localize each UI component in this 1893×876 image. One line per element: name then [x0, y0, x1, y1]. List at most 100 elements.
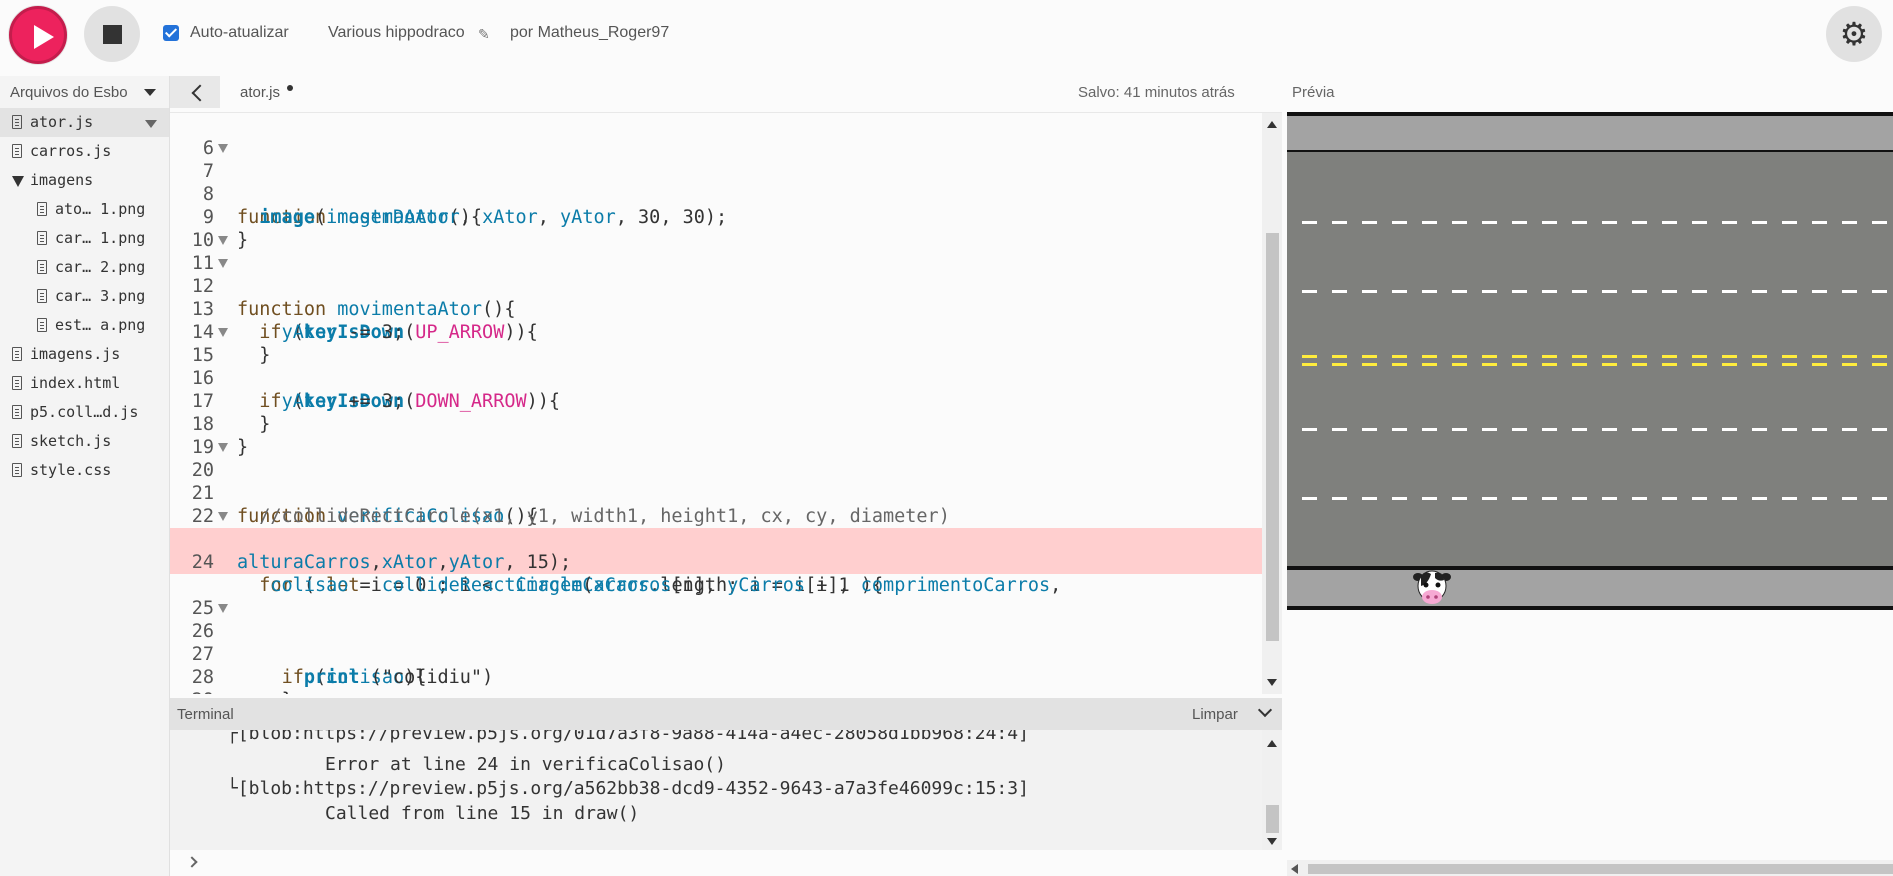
- fold-icon[interactable]: [218, 259, 228, 268]
- file-sidebar: Arquivos do Esbo ator.js carros.js image…: [0, 76, 170, 876]
- code-line[interactable]: 18 }: [170, 390, 1262, 458]
- scroll-down-icon[interactable]: [1267, 679, 1277, 686]
- file-item-p5-collide[interactable]: p5.coll…d.js: [0, 398, 169, 427]
- code-line[interactable]: 27 print ("colidiu"): [170, 620, 1262, 688]
- editor-scroll-thumb[interactable]: [1266, 233, 1279, 641]
- fold-icon[interactable]: [218, 328, 228, 337]
- scroll-down-icon[interactable]: [1267, 838, 1277, 845]
- fold-icon[interactable]: [218, 443, 228, 452]
- code-line[interactable]: 20 function verificaColisao(){: [170, 436, 1262, 527]
- file-icon: [12, 144, 22, 158]
- code-line[interactable]: 17 }: [170, 367, 1262, 435]
- code-line[interactable]: 19: [170, 413, 1262, 458]
- file-icon: [37, 289, 47, 303]
- code-line[interactable]: 28 }: [170, 643, 1262, 694]
- editor-scrollbar[interactable]: [1262, 113, 1282, 694]
- file-tab[interactable]: ator.js: [240, 84, 280, 101]
- fold-icon[interactable]: [218, 512, 228, 521]
- auto-refresh-checkbox[interactable]: [163, 25, 179, 41]
- code-line[interactable]: 11 function movimentaAtor(){: [170, 229, 1262, 320]
- editor-header: ator.js Salvo: 41 minutos atrás: [170, 76, 1282, 112]
- code-line[interactable]: 21 //collideRectCircle(x1, y1, width1, h…: [170, 459, 1262, 527]
- file-item-sketch-js[interactable]: sketch.js: [0, 427, 169, 456]
- settings-button[interactable]: ⚙: [1826, 6, 1882, 62]
- file-icon: [37, 202, 47, 216]
- console-input[interactable]: [170, 850, 1282, 876]
- code-line[interactable]: 15 if (keyIsDown(DOWN_ARROW)){: [170, 321, 1262, 412]
- chevron-down-icon[interactable]: [1257, 702, 1273, 718]
- file-label: car… 1.png: [55, 229, 146, 247]
- file-item-image-2[interactable]: car… 1.png: [0, 224, 169, 253]
- file-item-image-1[interactable]: ato… 1.png: [0, 195, 169, 224]
- code-line[interactable]: 25: [170, 574, 1262, 619]
- code-line[interactable]: 16 yAtor += 3;: [170, 344, 1262, 412]
- pencil-icon[interactable]: ✎: [478, 26, 490, 43]
- file-item-index-html[interactable]: index.html: [0, 369, 169, 398]
- code-line[interactable]: 9 }: [170, 183, 1262, 251]
- file-item-image-4[interactable]: car… 3.png: [0, 282, 169, 311]
- sketch-preview-canvas[interactable]: [1287, 112, 1893, 612]
- file-item-image-5[interactable]: est… a.png: [0, 311, 169, 340]
- terminal-scroll-thumb[interactable]: [1266, 805, 1279, 833]
- terminal-header: Terminal Limpar: [170, 698, 1282, 730]
- cow-actor-icon: [1413, 570, 1451, 604]
- center-line: [1302, 355, 1893, 358]
- file-item-image-3[interactable]: car… 2.png: [0, 253, 169, 282]
- code-line[interactable]: 6: [170, 114, 1262, 159]
- code-line[interactable]: 26 if (colisao){: [170, 597, 1262, 688]
- code-line[interactable]: 22: [170, 482, 1262, 527]
- preview-scrollbar[interactable]: [1287, 860, 1893, 876]
- code-line[interactable]: 8 image(imagemDoAtor, xAtor, yAtor, 30, …: [170, 160, 1262, 228]
- code-line[interactable]: 10: [170, 206, 1262, 251]
- code-line[interactable]: 29: [170, 666, 1262, 694]
- folder-open-icon[interactable]: [12, 176, 24, 187]
- scroll-left-icon[interactable]: [1291, 864, 1298, 874]
- sidebar-header[interactable]: Arquivos do Esbo: [0, 76, 169, 108]
- code-line[interactable]: 12 if (keyIsDown(UP_ARROW)){: [170, 252, 1262, 343]
- file-label: imagens.js: [30, 345, 121, 363]
- file-item-imagens-js[interactable]: imagens.js: [0, 340, 169, 369]
- stop-button[interactable]: [84, 6, 140, 62]
- lane-marking: [1302, 497, 1893, 500]
- code-line[interactable]: 7 function mostraAtor(){: [170, 137, 1262, 228]
- sketch-name[interactable]: Various hippodraco: [328, 24, 465, 42]
- clear-console-button[interactable]: Limpar: [1192, 706, 1238, 723]
- scroll-up-icon[interactable]: [1267, 121, 1277, 128]
- file-label: style.css: [30, 461, 112, 479]
- terminal-scrollbar[interactable]: [1262, 730, 1282, 850]
- code-line[interactable]: 23 for ( let i = 0 ; i < imagemCarros.le…: [170, 505, 1262, 596]
- error-highlighted-line[interactable]: 24 colisao = collideReactCircle(xCarros[…: [170, 528, 1262, 596]
- play-button[interactable]: [9, 6, 67, 64]
- file-label: ato… 1.png: [55, 200, 146, 218]
- console-line: Called from line 15 in draw(): [325, 803, 640, 824]
- code-line[interactable]: 13 yAtor -= 3;: [170, 275, 1262, 343]
- center-line: [1302, 363, 1893, 366]
- file-options-caret-icon[interactable]: [145, 120, 157, 128]
- file-item-ator-js[interactable]: ator.js: [0, 108, 169, 137]
- fold-icon[interactable]: [218, 236, 228, 245]
- file-icon: [37, 231, 47, 245]
- file-icon: [12, 376, 22, 390]
- lane-marking: [1302, 221, 1893, 224]
- preview-scroll-thumb[interactable]: [1308, 864, 1893, 874]
- top-sidewalk: [1287, 112, 1893, 152]
- sidebar-title: Arquivos do Esbo: [10, 84, 128, 101]
- fold-icon[interactable]: [218, 144, 228, 153]
- file-label: sketch.js: [30, 432, 112, 450]
- road-border: [1287, 112, 1893, 116]
- auto-refresh-label[interactable]: Auto-atualizar: [190, 24, 289, 42]
- file-icon: [12, 405, 22, 419]
- folder-imagens[interactable]: imagens: [0, 166, 169, 195]
- file-icon: [12, 347, 22, 361]
- file-item-carros-js[interactable]: carros.js: [0, 137, 169, 166]
- code-line[interactable]: 14 }: [170, 298, 1262, 366]
- bottom-sidewalk: [1287, 570, 1893, 608]
- collapse-sidebar-button[interactable]: [170, 76, 220, 108]
- sketch-author: por Matheus_Roger97: [510, 24, 670, 41]
- unsaved-indicator: [287, 85, 293, 91]
- scroll-up-icon[interactable]: [1267, 740, 1277, 747]
- fold-icon[interactable]: [218, 604, 228, 613]
- file-item-style-css[interactable]: style.css: [0, 456, 169, 485]
- code-editor[interactable]: 6 7 function mostraAtor(){ 8 image(image…: [170, 112, 1282, 694]
- chevron-down-icon[interactable]: [144, 89, 156, 96]
